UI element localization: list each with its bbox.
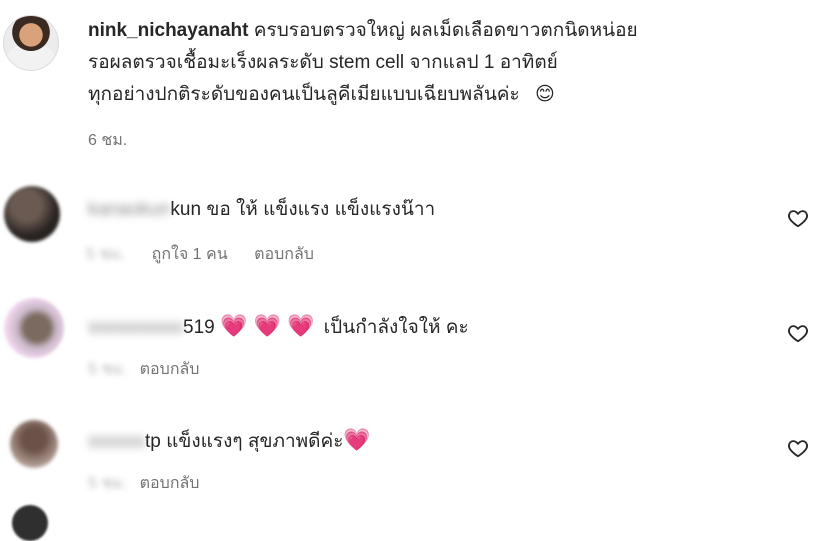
comment: kanaokunkun ขอ ให้ แข็งแรง แข็งแรงน๊าา [88, 194, 435, 226]
comment-username[interactable]: tp [145, 431, 161, 452]
comment-username[interactable]: 519 [183, 317, 215, 338]
commenter-avatar[interactable] [12, 505, 48, 541]
caption-line-1: ครบรอบตรวจใหญ่ ผลเม็ดเลือดขาวตกนิดหน่อย [253, 20, 638, 41]
caption-line-3: ทุกอย่างปกติระดับของคนเป็นลูคีเมียแบบเฉี… [88, 84, 520, 105]
heart-outline-icon[interactable] [787, 437, 809, 459]
comment-username-hidden[interactable]: ssssss [88, 431, 145, 452]
author-avatar[interactable] [4, 16, 58, 70]
comment-time: 5 ชม. [88, 475, 128, 492]
comment-text: เป็นกำลังใจให้ คะ [323, 317, 469, 338]
heart-emoji-icon: 💗 💗 💗 [219, 313, 315, 338]
heart-outline-icon[interactable] [787, 207, 809, 229]
comment-likes[interactable]: ถูกใจ 1 คน [152, 246, 228, 263]
smile-emoji-icon: 😊 [535, 84, 555, 105]
heart-outline-icon[interactable] [787, 322, 809, 344]
post-time: 6 ชม. [88, 132, 128, 149]
comment-meta: 5 ชม. ตอบกลับ [88, 471, 221, 496]
comment: ssssssssss519 💗 💗 💗 เป็นกำลังใจให้ คะ [88, 310, 469, 344]
caption-line-2: รอผลตรวจเชื้อมะเร็งผลระดับ stem cell จาก… [88, 52, 558, 73]
comment-meta: 5 ชม. ถูกใจ 1 คน ตอบกลับ [86, 242, 336, 267]
commenter-avatar[interactable] [4, 298, 64, 358]
heart-emoji-icon: 💗 [343, 427, 371, 452]
comment-username-hidden[interactable]: ssssssssss [88, 317, 183, 338]
comment-meta: 5 ชม. ตอบกลับ [88, 357, 221, 382]
comment-text: แข็งแรงๆ สุขภาพดีค่ะ [166, 431, 344, 452]
commenter-avatar[interactable] [4, 186, 60, 242]
comment-username-hidden[interactable]: kanaokun [88, 199, 170, 220]
post-username[interactable]: nink_nichayanaht [88, 20, 249, 41]
commenter-avatar[interactable] [10, 420, 58, 468]
reply-button[interactable]: ตอบกลับ [254, 246, 314, 263]
comment-text: ขอ ให้ แข็งแรง แข็งแรงน๊าา [206, 199, 436, 220]
comment-time: 5 ชม. [86, 246, 126, 263]
reply-button[interactable]: ตอบกลับ [140, 475, 200, 492]
comment: sssssstp แข็งแรงๆ สุขภาพดีค่ะ💗 [88, 424, 375, 458]
comment-username[interactable]: kun [170, 199, 201, 220]
post-caption: nink_nichayanaht ครบรอบตรวจใหญ่ ผลเม็ดเล… [88, 15, 638, 111]
reply-button[interactable]: ตอบกลับ [140, 361, 200, 378]
comment-time: 5 ชม. [88, 361, 128, 378]
